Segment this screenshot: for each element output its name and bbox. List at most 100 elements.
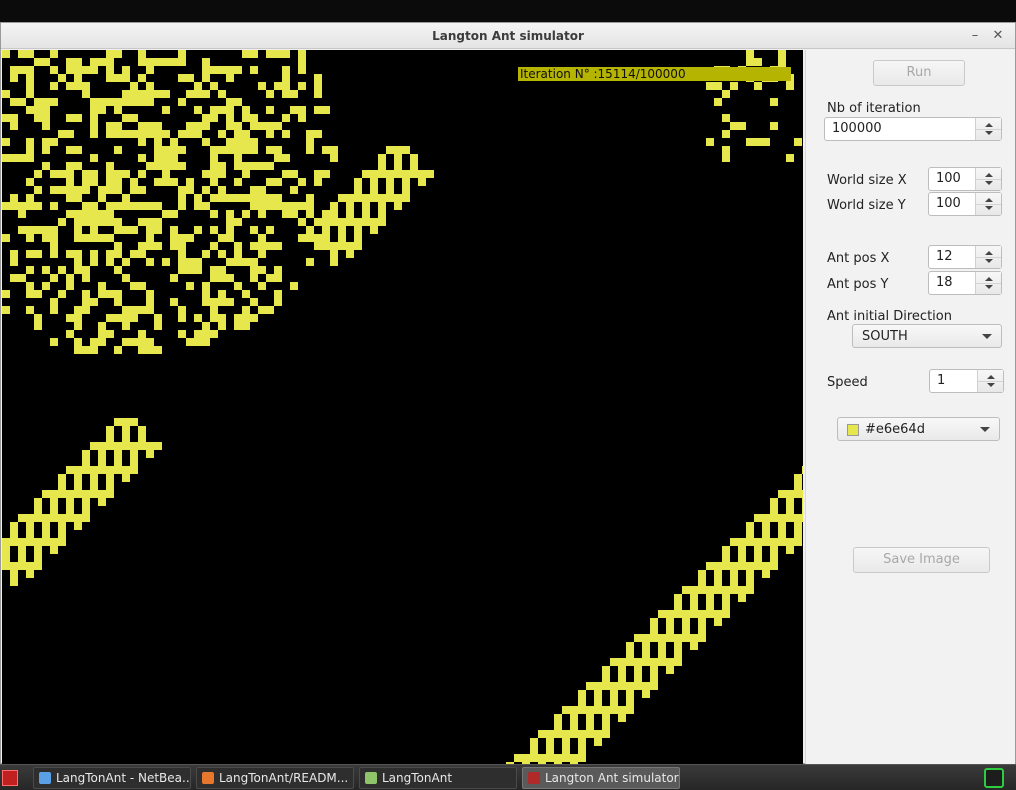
- ant-cell: [138, 170, 146, 178]
- ant-cell: [178, 130, 186, 138]
- ant-pos-y-spinner[interactable]: 18: [928, 271, 1002, 295]
- decrement-icon[interactable]: [985, 131, 993, 135]
- simulation-canvas[interactable]: Iteration N° :15114/100000: [2, 50, 803, 764]
- ant-cell: [354, 186, 362, 194]
- ant-cell: [130, 226, 138, 234]
- increment-icon[interactable]: [985, 123, 993, 127]
- ant-cell: [586, 714, 594, 722]
- ant-cell: [58, 218, 66, 226]
- ant-cell: [690, 602, 698, 610]
- ant-cell: [98, 330, 106, 338]
- ant-cell: [674, 602, 682, 610]
- ant-cell: [274, 122, 282, 130]
- decrement-icon[interactable]: [985, 285, 993, 289]
- ant-cell: [26, 66, 34, 74]
- ant-cell: [274, 178, 282, 186]
- save-image-button[interactable]: Save Image: [853, 547, 990, 573]
- ant-cell: [154, 442, 162, 450]
- ant-cell: [90, 178, 98, 186]
- ant-cell: [146, 82, 154, 90]
- ant-cell: [50, 170, 58, 178]
- increment-icon[interactable]: [985, 198, 993, 202]
- taskbar-item-browser[interactable]: LangTonAnt/READM...: [196, 767, 354, 789]
- ant-cell: [202, 74, 210, 82]
- ant-cell: [314, 130, 322, 138]
- ant-cell: [2, 202, 10, 210]
- increment-icon[interactable]: [987, 375, 995, 379]
- ant-cell: [298, 114, 306, 122]
- ant-cell: [178, 50, 186, 58]
- ant-cell: [18, 562, 26, 570]
- taskbar-item-simulator[interactable]: Langton Ant simulator: [522, 767, 680, 789]
- app-menu-icon[interactable]: [2, 770, 18, 786]
- taskbar-item-netbeans[interactable]: LangTonAnt - NetBea...: [33, 767, 191, 789]
- ant-cell: [722, 154, 730, 162]
- decrement-icon[interactable]: [985, 259, 993, 263]
- ant-cell: [162, 130, 170, 138]
- ant-cell: [210, 314, 218, 322]
- ant-cell: [58, 130, 66, 138]
- iterations-stepper[interactable]: [975, 118, 1001, 140]
- decrement-icon[interactable]: [985, 181, 993, 185]
- ant-cell: [746, 538, 754, 546]
- ant-cell: [306, 146, 314, 154]
- ant-cell: [738, 554, 746, 562]
- increment-icon[interactable]: [985, 277, 993, 281]
- ant-cell: [378, 218, 386, 226]
- ant-cell: [722, 562, 730, 570]
- world-size-y-stepper[interactable]: [975, 193, 1001, 215]
- ant-cell: [90, 154, 98, 162]
- ant-cell: [290, 90, 298, 98]
- ant-cell: [90, 234, 98, 242]
- ant-cell: [546, 746, 554, 754]
- world-size-x-spinner[interactable]: 100: [928, 167, 1002, 191]
- minimize-icon[interactable]: –: [966, 27, 984, 45]
- ant-cell: [706, 586, 714, 594]
- ant-cell: [274, 202, 282, 210]
- ant-cell: [794, 538, 802, 546]
- run-button[interactable]: Run: [873, 60, 965, 86]
- ant-cell: [202, 282, 210, 290]
- direction-select[interactable]: SOUTH: [852, 324, 1002, 348]
- ant-pos-x-stepper[interactable]: [975, 246, 1001, 268]
- ant-cell: [90, 466, 98, 474]
- system-tray-icon[interactable]: [984, 768, 1004, 788]
- ant-cell: [138, 58, 146, 66]
- ant-cell: [682, 610, 690, 618]
- world-size-y-spinner[interactable]: 100: [928, 192, 1002, 216]
- increment-icon[interactable]: [985, 173, 993, 177]
- ant-cell: [234, 138, 242, 146]
- increment-icon[interactable]: [985, 251, 993, 255]
- iterations-spinner[interactable]: 100000: [824, 117, 1002, 141]
- ant-cell: [546, 754, 554, 762]
- close-icon[interactable]: ✕: [989, 27, 1007, 45]
- ant-cell: [34, 98, 42, 106]
- ant-cell: [194, 82, 202, 90]
- color-picker[interactable]: #e6e64d: [837, 417, 1000, 441]
- ant-cell: [114, 250, 122, 258]
- ant-cell: [234, 130, 242, 138]
- ant-cell: [426, 170, 434, 178]
- decrement-icon[interactable]: [985, 206, 993, 210]
- ant-cell: [106, 210, 114, 218]
- ant-cell: [610, 682, 618, 690]
- ant-cell: [746, 530, 754, 538]
- color-swatch: [847, 424, 859, 436]
- ant-cell: [34, 250, 42, 258]
- ant-pos-x-spinner[interactable]: 12: [928, 245, 1002, 269]
- ant-pos-y-stepper[interactable]: [975, 272, 1001, 294]
- ant-cell: [746, 58, 754, 66]
- taskbar-item-folder[interactable]: LangTonAnt: [359, 767, 517, 789]
- ant-cell: [682, 626, 690, 634]
- world-size-y-value: 100: [936, 196, 961, 211]
- speed-stepper[interactable]: [977, 370, 1003, 392]
- world-size-x-stepper[interactable]: [975, 168, 1001, 190]
- ant-cell: [170, 178, 178, 186]
- title-bar[interactable]: Langton Ant simulator – ✕: [1, 23, 1015, 49]
- decrement-icon[interactable]: [987, 383, 995, 387]
- speed-spinner[interactable]: 1: [929, 369, 1004, 393]
- color-value: #e6e64d: [865, 422, 925, 437]
- ant-cell: [114, 170, 122, 178]
- ant-cell: [226, 138, 234, 146]
- ant-cell: [242, 290, 250, 298]
